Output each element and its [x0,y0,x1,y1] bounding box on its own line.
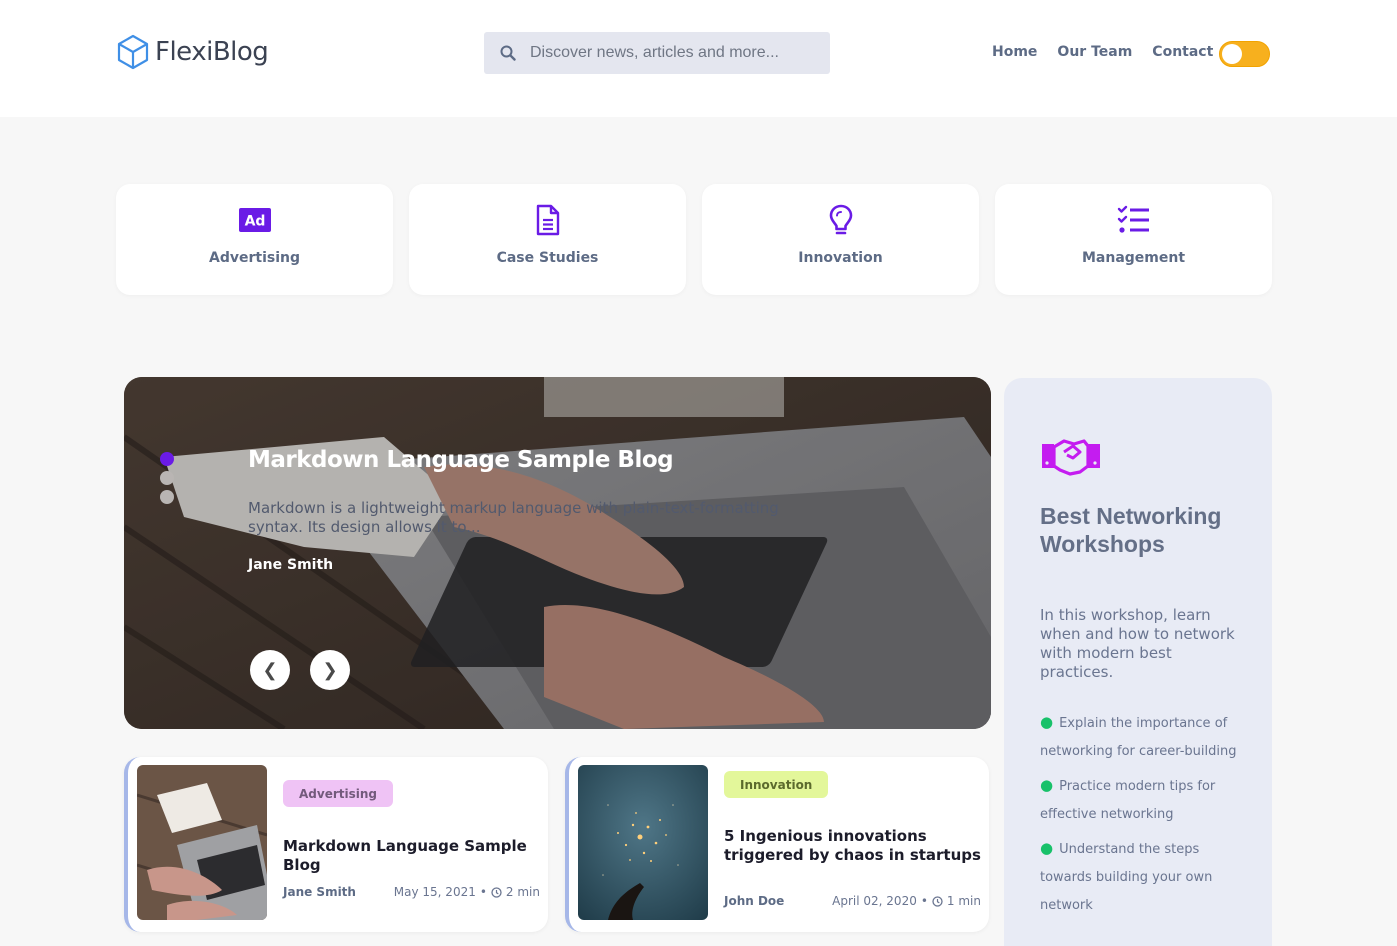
ad-icon: Ad [238,204,272,236]
category-label: Innovation [798,250,883,266]
category-label: Case Studies [496,250,599,266]
promo-title: Best Networking Workshops [1040,503,1222,557]
post-read-time: 1 min [946,894,981,908]
featured-slider: Markdown Language Sample Blog Markdown i… [124,377,991,729]
slider-next-button[interactable]: ❯ [310,650,350,690]
post-thumbnail[interactable] [578,765,708,920]
bullet-dot-icon: ● [1040,839,1054,857]
checklist-icon [1117,204,1151,236]
category-label: Advertising [209,250,300,266]
search-bar[interactable] [484,32,830,74]
post-card[interactable]: Innovation 5 Ingenious innovations trigg… [565,757,989,932]
post-card[interactable]: Advertising Markdown Language Sample Blo… [124,757,548,932]
slider-dot[interactable] [160,471,174,485]
post-meta: April 02, 2020 • 1 min [832,894,981,908]
logo[interactable]: FlexiBlog [116,34,269,70]
slider-dot-active[interactable] [160,452,174,466]
nav-contact[interactable]: Contact [1152,44,1213,60]
promo-bullet: ● Explain the importance of networking fo… [1040,713,1237,759]
promo-bullet: ● Practice modern tips for effective netw… [1040,776,1216,822]
category-advertising[interactable]: Ad Advertising [116,184,393,295]
post-author[interactable]: John Doe [724,894,784,908]
promo-bullets: ● Explain the importance of networking fo… [1040,708,1240,925]
nav-home[interactable]: Home [992,44,1037,60]
bullet-dot-icon: ● [1040,713,1054,731]
search-icon [500,45,516,61]
post-date: April 02, 2020 [832,894,917,908]
workshop-promo: Best Networking Workshops In this worksh… [1004,378,1272,946]
category-innovation[interactable]: Innovation [702,184,979,295]
slider-dots [160,452,174,504]
category-list: Ad Advertising Case Studies Innovation M… [116,184,1272,295]
clock-icon [932,895,943,907]
brand-name: FlexiBlog [155,37,269,67]
post-tag[interactable]: Advertising [283,780,393,807]
lightbulb-icon [828,204,854,236]
category-management[interactable]: Management [995,184,1272,295]
separator: • [920,894,928,908]
search-input[interactable] [530,44,820,62]
svg-text:Ad: Ad [244,214,265,230]
site-header: FlexiBlog Home Our Team Contact [0,0,1397,117]
hero-title[interactable]: Markdown Language Sample Blog [248,447,674,473]
cube-icon [117,34,149,70]
post-thumbnail[interactable] [137,765,267,920]
post-meta: May 15, 2021 • 2 min [394,885,540,899]
toggle-knob [1222,44,1242,64]
promo-description: In this workshop, learn when and how to … [1040,606,1235,681]
post-title[interactable]: 5 Ingenious innovations triggered by cha… [724,827,984,865]
main-nav: Home Our Team Contact [992,44,1213,60]
post-date: May 15, 2021 [393,885,476,899]
theme-toggle[interactable] [1219,41,1270,67]
category-label: Management [1081,250,1186,266]
separator: • [479,885,487,899]
document-icon [535,204,561,236]
nav-our-team[interactable]: Our Team [1057,44,1132,60]
clock-icon [491,886,502,898]
hero-author[interactable]: Jane Smith [248,557,333,573]
hero-excerpt: Markdown is a lightweight markup languag… [248,499,779,536]
post-read-time: 2 min [505,885,540,899]
slider-prev-button[interactable]: ❮ [250,650,290,690]
post-tag[interactable]: Innovation [724,771,829,798]
bullet-dot-icon: ● [1040,776,1054,794]
post-author[interactable]: Jane Smith [283,885,356,899]
slider-dot[interactable] [160,490,174,504]
handshake-icon [1042,439,1100,476]
promo-bullet: ● Understand the steps towards building y… [1040,839,1213,913]
post-title[interactable]: Markdown Language Sample Blog [283,837,543,875]
category-case-studies[interactable]: Case Studies [409,184,686,295]
